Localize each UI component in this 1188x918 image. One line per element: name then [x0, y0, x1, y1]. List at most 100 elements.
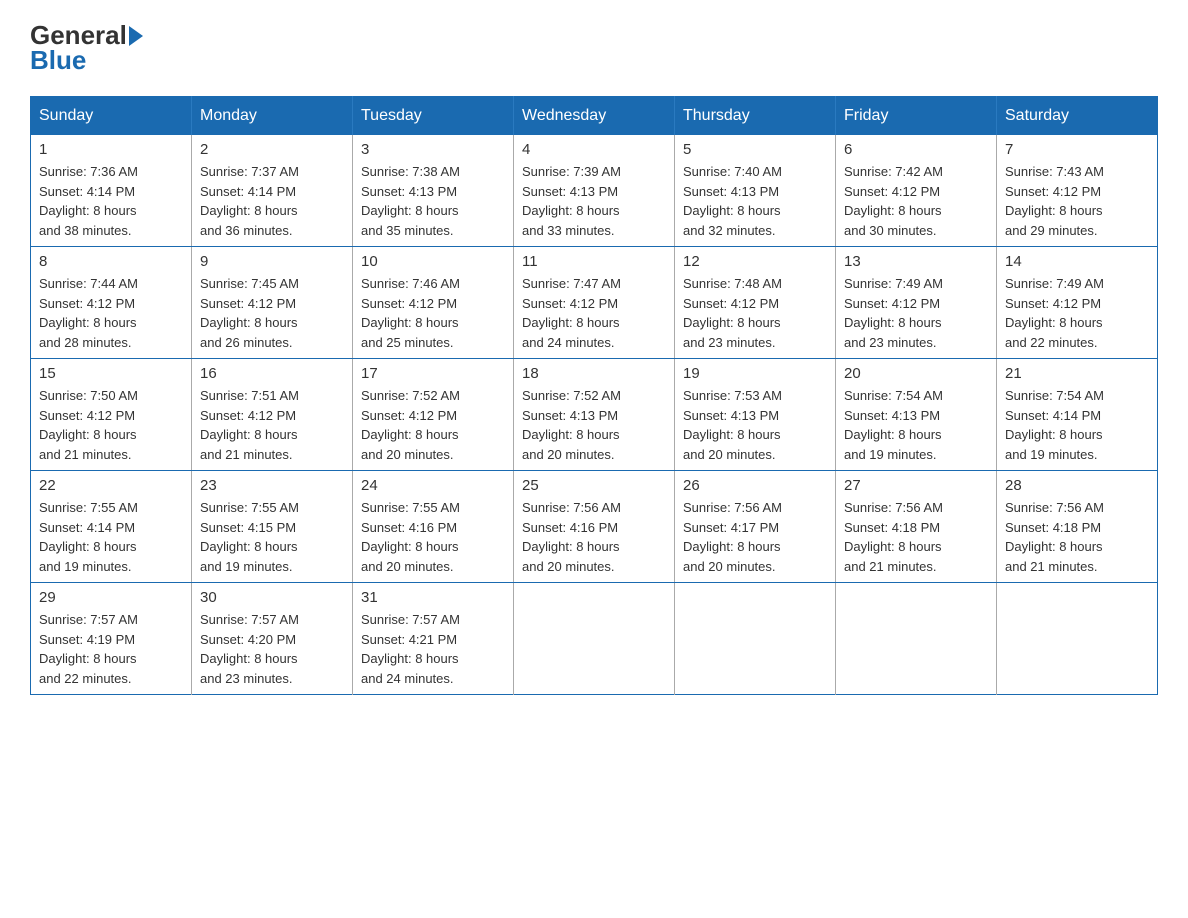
day-info: Sunrise: 7:56 AM Sunset: 4:18 PM Dayligh…: [1005, 498, 1149, 576]
day-info: Sunrise: 7:37 AM Sunset: 4:14 PM Dayligh…: [200, 162, 344, 240]
calendar-cell: [997, 583, 1158, 695]
day-info: Sunrise: 7:54 AM Sunset: 4:13 PM Dayligh…: [844, 386, 988, 464]
day-number: 21: [1005, 365, 1149, 382]
calendar-cell: [514, 583, 675, 695]
day-info: Sunrise: 7:38 AM Sunset: 4:13 PM Dayligh…: [361, 162, 505, 240]
calendar-cell: 27 Sunrise: 7:56 AM Sunset: 4:18 PM Dayl…: [836, 471, 997, 583]
day-info: Sunrise: 7:47 AM Sunset: 4:12 PM Dayligh…: [522, 274, 666, 352]
day-info: Sunrise: 7:49 AM Sunset: 4:12 PM Dayligh…: [1005, 274, 1149, 352]
calendar-week-row: 1 Sunrise: 7:36 AM Sunset: 4:14 PM Dayli…: [31, 135, 1158, 247]
calendar-cell: 22 Sunrise: 7:55 AM Sunset: 4:14 PM Dayl…: [31, 471, 192, 583]
day-info: Sunrise: 7:44 AM Sunset: 4:12 PM Dayligh…: [39, 274, 183, 352]
day-number: 13: [844, 253, 988, 270]
calendar-cell: 5 Sunrise: 7:40 AM Sunset: 4:13 PM Dayli…: [675, 135, 836, 247]
day-number: 19: [683, 365, 827, 382]
day-number: 16: [200, 365, 344, 382]
calendar-cell: 8 Sunrise: 7:44 AM Sunset: 4:12 PM Dayli…: [31, 247, 192, 359]
calendar-cell: 24 Sunrise: 7:55 AM Sunset: 4:16 PM Dayl…: [353, 471, 514, 583]
day-number: 8: [39, 253, 183, 270]
day-info: Sunrise: 7:56 AM Sunset: 4:17 PM Dayligh…: [683, 498, 827, 576]
calendar-table: SundayMondayTuesdayWednesdayThursdayFrid…: [30, 96, 1158, 695]
calendar-cell: 3 Sunrise: 7:38 AM Sunset: 4:13 PM Dayli…: [353, 135, 514, 247]
calendar-cell: 13 Sunrise: 7:49 AM Sunset: 4:12 PM Dayl…: [836, 247, 997, 359]
day-number: 29: [39, 589, 183, 606]
calendar-cell: 2 Sunrise: 7:37 AM Sunset: 4:14 PM Dayli…: [192, 135, 353, 247]
calendar-cell: [836, 583, 997, 695]
calendar-cell: 16 Sunrise: 7:51 AM Sunset: 4:12 PM Dayl…: [192, 359, 353, 471]
calendar-cell: 28 Sunrise: 7:56 AM Sunset: 4:18 PM Dayl…: [997, 471, 1158, 583]
weekday-header-wednesday: Wednesday: [514, 97, 675, 136]
calendar-week-row: 29 Sunrise: 7:57 AM Sunset: 4:19 PM Dayl…: [31, 583, 1158, 695]
day-info: Sunrise: 7:57 AM Sunset: 4:20 PM Dayligh…: [200, 610, 344, 688]
calendar-cell: 6 Sunrise: 7:42 AM Sunset: 4:12 PM Dayli…: [836, 135, 997, 247]
day-info: Sunrise: 7:45 AM Sunset: 4:12 PM Dayligh…: [200, 274, 344, 352]
day-number: 31: [361, 589, 505, 606]
calendar-cell: 10 Sunrise: 7:46 AM Sunset: 4:12 PM Dayl…: [353, 247, 514, 359]
day-number: 15: [39, 365, 183, 382]
day-info: Sunrise: 7:36 AM Sunset: 4:14 PM Dayligh…: [39, 162, 183, 240]
calendar-cell: 11 Sunrise: 7:47 AM Sunset: 4:12 PM Dayl…: [514, 247, 675, 359]
day-number: 27: [844, 477, 988, 494]
day-number: 18: [522, 365, 666, 382]
calendar-header-row: SundayMondayTuesdayWednesdayThursdayFrid…: [31, 97, 1158, 136]
weekday-header-monday: Monday: [192, 97, 353, 136]
day-number: 14: [1005, 253, 1149, 270]
calendar-cell: 19 Sunrise: 7:53 AM Sunset: 4:13 PM Dayl…: [675, 359, 836, 471]
day-number: 22: [39, 477, 183, 494]
day-info: Sunrise: 7:55 AM Sunset: 4:14 PM Dayligh…: [39, 498, 183, 576]
day-number: 26: [683, 477, 827, 494]
day-number: 6: [844, 141, 988, 158]
day-number: 25: [522, 477, 666, 494]
calendar-cell: 17 Sunrise: 7:52 AM Sunset: 4:12 PM Dayl…: [353, 359, 514, 471]
day-number: 12: [683, 253, 827, 270]
day-info: Sunrise: 7:50 AM Sunset: 4:12 PM Dayligh…: [39, 386, 183, 464]
day-number: 5: [683, 141, 827, 158]
day-info: Sunrise: 7:55 AM Sunset: 4:15 PM Dayligh…: [200, 498, 344, 576]
day-info: Sunrise: 7:43 AM Sunset: 4:12 PM Dayligh…: [1005, 162, 1149, 240]
day-info: Sunrise: 7:56 AM Sunset: 4:18 PM Dayligh…: [844, 498, 988, 576]
page-header: General Blue: [30, 20, 1158, 76]
calendar-cell: 21 Sunrise: 7:54 AM Sunset: 4:14 PM Dayl…: [997, 359, 1158, 471]
logo-arrow-icon: [129, 26, 143, 46]
day-info: Sunrise: 7:40 AM Sunset: 4:13 PM Dayligh…: [683, 162, 827, 240]
calendar-cell: 4 Sunrise: 7:39 AM Sunset: 4:13 PM Dayli…: [514, 135, 675, 247]
day-info: Sunrise: 7:51 AM Sunset: 4:12 PM Dayligh…: [200, 386, 344, 464]
day-info: Sunrise: 7:57 AM Sunset: 4:21 PM Dayligh…: [361, 610, 505, 688]
day-number: 20: [844, 365, 988, 382]
calendar-cell: 7 Sunrise: 7:43 AM Sunset: 4:12 PM Dayli…: [997, 135, 1158, 247]
day-number: 17: [361, 365, 505, 382]
day-number: 28: [1005, 477, 1149, 494]
day-info: Sunrise: 7:56 AM Sunset: 4:16 PM Dayligh…: [522, 498, 666, 576]
day-number: 1: [39, 141, 183, 158]
weekday-header-sunday: Sunday: [31, 97, 192, 136]
calendar-cell: 30 Sunrise: 7:57 AM Sunset: 4:20 PM Dayl…: [192, 583, 353, 695]
calendar-cell: 12 Sunrise: 7:48 AM Sunset: 4:12 PM Dayl…: [675, 247, 836, 359]
calendar-cell: 25 Sunrise: 7:56 AM Sunset: 4:16 PM Dayl…: [514, 471, 675, 583]
calendar-week-row: 15 Sunrise: 7:50 AM Sunset: 4:12 PM Dayl…: [31, 359, 1158, 471]
weekday-header-friday: Friday: [836, 97, 997, 136]
calendar-cell: 9 Sunrise: 7:45 AM Sunset: 4:12 PM Dayli…: [192, 247, 353, 359]
day-info: Sunrise: 7:42 AM Sunset: 4:12 PM Dayligh…: [844, 162, 988, 240]
day-info: Sunrise: 7:46 AM Sunset: 4:12 PM Dayligh…: [361, 274, 505, 352]
weekday-header-tuesday: Tuesday: [353, 97, 514, 136]
day-number: 3: [361, 141, 505, 158]
day-number: 4: [522, 141, 666, 158]
calendar-cell: 18 Sunrise: 7:52 AM Sunset: 4:13 PM Dayl…: [514, 359, 675, 471]
day-number: 23: [200, 477, 344, 494]
day-info: Sunrise: 7:53 AM Sunset: 4:13 PM Dayligh…: [683, 386, 827, 464]
calendar-cell: [675, 583, 836, 695]
day-number: 7: [1005, 141, 1149, 158]
day-number: 11: [522, 253, 666, 270]
calendar-cell: 1 Sunrise: 7:36 AM Sunset: 4:14 PM Dayli…: [31, 135, 192, 247]
calendar-week-row: 22 Sunrise: 7:55 AM Sunset: 4:14 PM Dayl…: [31, 471, 1158, 583]
day-info: Sunrise: 7:54 AM Sunset: 4:14 PM Dayligh…: [1005, 386, 1149, 464]
day-info: Sunrise: 7:52 AM Sunset: 4:13 PM Dayligh…: [522, 386, 666, 464]
day-info: Sunrise: 7:55 AM Sunset: 4:16 PM Dayligh…: [361, 498, 505, 576]
weekday-header-thursday: Thursday: [675, 97, 836, 136]
day-info: Sunrise: 7:48 AM Sunset: 4:12 PM Dayligh…: [683, 274, 827, 352]
logo-blue-text: Blue: [30, 45, 86, 75]
day-info: Sunrise: 7:57 AM Sunset: 4:19 PM Dayligh…: [39, 610, 183, 688]
day-number: 24: [361, 477, 505, 494]
calendar-week-row: 8 Sunrise: 7:44 AM Sunset: 4:12 PM Dayli…: [31, 247, 1158, 359]
day-number: 2: [200, 141, 344, 158]
